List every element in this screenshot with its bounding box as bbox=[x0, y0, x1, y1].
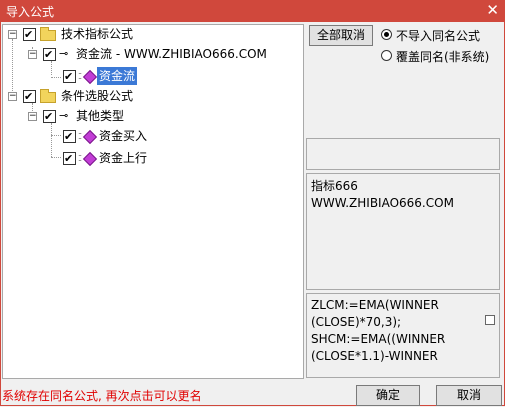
radio-overwrite-duplicates[interactable] bbox=[381, 50, 392, 61]
formula-line-4: (CLOSE*1.1)-WINNER bbox=[311, 349, 438, 363]
formula-dots-icon: ⁚⁚ bbox=[78, 132, 82, 141]
checkbox-icon[interactable] bbox=[43, 46, 56, 64]
tree-node-item2[interactable]: − ⊸ 其他类型 bbox=[3, 107, 303, 126]
tree-node-label: 技术指标公式 bbox=[61, 27, 134, 41]
collapse-icon[interactable]: − bbox=[8, 92, 17, 101]
info-line-2: WWW.ZHIBIAO666.COM bbox=[311, 196, 454, 210]
title-bar: 导入公式 ✕ bbox=[0, 0, 505, 22]
formula-dots-icon: ⁚⁚ bbox=[78, 72, 82, 81]
scroll-box-icon[interactable] bbox=[485, 315, 495, 325]
cancel-all-button[interactable]: 全部取消 bbox=[309, 25, 373, 46]
folder-icon bbox=[40, 27, 56, 41]
checkbox-icon[interactable] bbox=[63, 68, 76, 86]
tree-node-group2[interactable]: − 条件选股公式 bbox=[3, 87, 303, 106]
checkbox-icon[interactable] bbox=[23, 26, 36, 44]
tree-node-label: 资金流 - WWW.ZHIBIAO666.COM bbox=[76, 47, 267, 61]
collapse-icon[interactable]: − bbox=[8, 30, 17, 39]
checkbox-icon[interactable] bbox=[23, 88, 36, 106]
checkbox-icon[interactable] bbox=[43, 108, 56, 126]
radio-skip-duplicates[interactable] bbox=[381, 29, 392, 40]
tree-node-item1-child[interactable]: ⁚⁚ 资金流 bbox=[3, 67, 303, 86]
radio-skip-duplicates-label: 不导入同名公式 bbox=[396, 29, 481, 43]
ok-button[interactable]: 确定 bbox=[356, 385, 420, 406]
tree-node-item1[interactable]: − ⊸ 资金流 - WWW.ZHIBIAO666.COM bbox=[3, 45, 303, 64]
formula-line-2: (CLOSE)*70,3); bbox=[311, 315, 402, 329]
formula-diamond-icon bbox=[82, 129, 98, 145]
formula-tree[interactable]: − 技术指标公式 − ⊸ 资金流 - WWW.ZHIBIAO666.COM ⁚⁚… bbox=[2, 24, 304, 379]
formula-diamond-icon bbox=[82, 69, 98, 85]
formula-line-1: ZLCM:=EMA(WINNER bbox=[311, 298, 439, 312]
radio-overwrite-duplicates-label: 覆盖同名(非系统) bbox=[396, 50, 490, 64]
info-line-1: 指标666 bbox=[311, 179, 358, 193]
formula-preview-panel[interactable]: ZLCM:=EMA(WINNER (CLOSE)*70,3); SHCM:=EM… bbox=[306, 293, 500, 378]
tree-node-item2-child2[interactable]: ⁚⁚ 资金上行 bbox=[3, 149, 303, 168]
cancel-button[interactable]: 取消 bbox=[436, 385, 502, 406]
collapse-icon[interactable]: − bbox=[28, 112, 37, 121]
tree-node-label: 资金买入 bbox=[99, 129, 148, 143]
info-panel: 指标666 WWW.ZHIBIAO666.COM bbox=[306, 173, 500, 290]
folder-icon bbox=[40, 89, 56, 103]
close-icon[interactable]: ✕ bbox=[486, 1, 499, 19]
tree-node-label: 条件选股公式 bbox=[61, 89, 134, 103]
tree-node-label: 其他类型 bbox=[76, 109, 125, 123]
tree-node-item2-child1[interactable]: ⁚⁚ 资金买入 bbox=[3, 127, 303, 146]
blank-panel bbox=[306, 138, 500, 170]
tree-node-label-selected: 资金流 bbox=[97, 67, 138, 85]
tree-node-label: 资金上行 bbox=[99, 151, 148, 165]
checkbox-icon[interactable] bbox=[63, 128, 76, 146]
formula-diamond-icon bbox=[82, 151, 98, 167]
checkbox-icon[interactable] bbox=[63, 150, 76, 168]
collapse-icon[interactable]: − bbox=[28, 50, 37, 59]
tree-node-group1[interactable]: − 技术指标公式 bbox=[3, 25, 303, 44]
key-icon: ⊸ bbox=[59, 47, 69, 60]
formula-line-3: SHCM:=EMA((WINNER bbox=[311, 332, 446, 346]
window-title: 导入公式 bbox=[6, 5, 55, 19]
status-message: 系统存在同名公式, 再次点击可以更名 bbox=[2, 389, 202, 403]
key-icon: ⊸ bbox=[59, 109, 69, 122]
formula-dots-icon: ⁚⁚ bbox=[78, 154, 82, 163]
